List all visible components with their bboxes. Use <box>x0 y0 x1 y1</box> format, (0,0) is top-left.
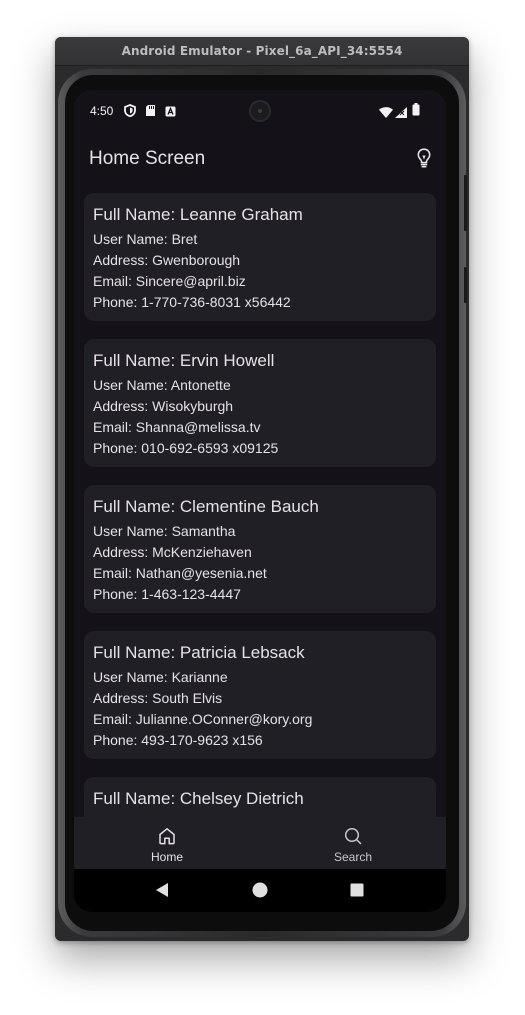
user-card[interactable]: Full Name: Ervin Howell User Name: Anton… <box>84 339 436 467</box>
recents-icon[interactable] <box>350 883 364 902</box>
status-bar: 4:50 <box>74 90 446 132</box>
search-icon <box>343 826 363 846</box>
sd-card-icon <box>145 104 156 122</box>
nav-item-search[interactable]: Search <box>260 817 446 869</box>
emulator-title: Android Emulator - Pixel_6a_API_34:5554 <box>121 44 403 58</box>
status-time: 4:50 <box>90 104 114 118</box>
front-camera <box>249 100 271 122</box>
address: Address: McKenziehaven <box>93 544 252 560</box>
full-name: Full Name: Clementine Bauch <box>93 497 319 516</box>
home-circle-icon[interactable] <box>252 882 268 903</box>
phone-screen: 4:50 Home Screen Full Name: Leanne Graha… <box>74 90 446 912</box>
volume-button[interactable] <box>464 175 467 231</box>
email: Email: Shanna@melissa.tv <box>93 419 261 435</box>
full-name: Full Name: Leanne Graham <box>93 205 303 224</box>
signal-icon <box>395 105 407 123</box>
address: Address: South Elvis <box>93 690 223 706</box>
home-icon <box>157 826 177 846</box>
page-title: Home Screen <box>89 148 206 169</box>
lightbulb-icon[interactable] <box>412 146 436 170</box>
user-card[interactable]: Full Name: Patricia Lebsack User Name: K… <box>84 631 436 759</box>
address: Address: Wisokyburgh <box>93 398 234 414</box>
user-name: User Name: Antonette <box>93 377 231 393</box>
bottom-navigation: Home Search <box>74 817 446 869</box>
power-button[interactable] <box>464 267 467 303</box>
user-card[interactable]: Full Name: Leanne Graham User Name: Bret… <box>84 193 436 321</box>
email: Email: Nathan@yesenia.net <box>93 565 267 581</box>
emulator-stage: Android Emulator - Pixel_6a_API_34:5554 … <box>0 0 525 1015</box>
nav-label-home: Home <box>150 850 183 864</box>
full-name: Full Name: Ervin Howell <box>93 351 275 370</box>
phone: Phone: 1-463-123-4447 <box>93 586 241 602</box>
notification-a-icon <box>165 104 176 122</box>
back-icon[interactable] <box>155 882 169 903</box>
full-name: Full Name: Patricia Lebsack <box>93 643 305 662</box>
system-navigation-bar <box>74 869 446 912</box>
address: Address: Gwenborough <box>93 252 241 268</box>
user-list[interactable]: Full Name: Leanne Graham User Name: Bret… <box>74 190 446 817</box>
nav-item-home[interactable]: Home <box>74 817 260 869</box>
user-name: User Name: Samantha <box>93 523 236 539</box>
user-name: User Name: Karianne <box>93 669 228 685</box>
user-name: User Name: Bret <box>93 231 198 247</box>
email: Email: Sincere@april.biz <box>93 273 246 289</box>
email: Email: Julianne.OConner@kory.org <box>93 711 313 727</box>
emulator-title-bar[interactable]: Android Emulator - Pixel_6a_API_34:5554 <box>55 37 469 66</box>
phone: Phone: 010-692-6593 x09125 <box>93 440 279 456</box>
nav-label-search: Search <box>333 850 373 864</box>
shield-icon <box>124 104 136 122</box>
full-name: Full Name: Chelsey Dietrich <box>93 789 304 808</box>
battery-icon <box>412 103 420 121</box>
phone: Phone: 493-170-9623 x156 <box>93 732 263 748</box>
phone: Phone: 1-770-736-8031 x56442 <box>93 294 291 310</box>
user-card[interactable]: Full Name: Clementine Bauch User Name: S… <box>84 485 436 613</box>
wifi-icon <box>379 105 393 123</box>
user-card[interactable]: Full Name: Chelsey Dietrich <box>84 777 436 817</box>
top-app-bar: Home Screen <box>74 136 446 180</box>
